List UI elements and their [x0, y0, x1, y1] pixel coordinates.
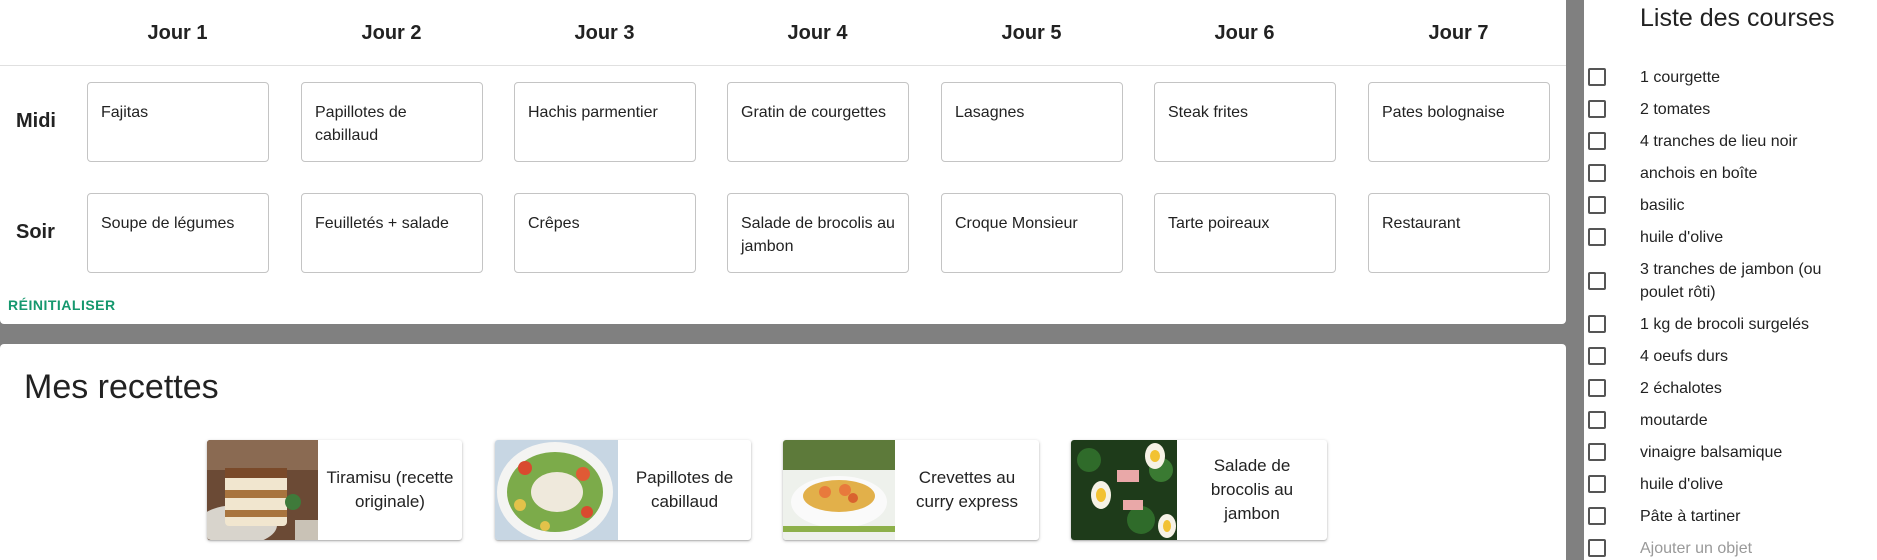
- recipe-name: Papillotes de cabillaud: [635, 468, 734, 511]
- item-checkbox[interactable]: [1588, 443, 1606, 461]
- item-checkbox[interactable]: [1588, 315, 1606, 333]
- meal-cell-soir-3[interactable]: Crêpes: [514, 193, 696, 273]
- item-label: vinaigre balsamique: [1640, 444, 1783, 461]
- item-label: huile d'olive: [1640, 476, 1724, 493]
- recipe-name: Crevettes au curry express: [915, 468, 1019, 511]
- tiramisu-photo: [207, 440, 318, 540]
- recipe-card-papillotes[interactable]: Papillotes de cabillaud: [495, 440, 751, 540]
- item-checkbox[interactable]: [1588, 68, 1606, 86]
- item-checkbox[interactable]: [1588, 100, 1606, 118]
- item-label: 2 échalotes: [1640, 380, 1722, 397]
- meal-cell-soir-7[interactable]: Restaurant: [1368, 193, 1550, 273]
- meal-cell-midi-1[interactable]: Fajitas: [87, 82, 269, 162]
- meal-cell-midi-6[interactable]: Steak frites: [1154, 82, 1336, 162]
- meal-cell-soir-6[interactable]: Tarte poireaux: [1154, 193, 1336, 273]
- cod-salad-photo: [495, 440, 618, 540]
- item-checkbox[interactable]: [1588, 196, 1606, 214]
- day-header-3: Jour 3: [574, 22, 635, 44]
- meal-cell-midi-7[interactable]: Pates bolognaise: [1368, 82, 1550, 162]
- item-checkbox[interactable]: [1588, 379, 1606, 397]
- item-label: 1 courgette: [1640, 69, 1721, 86]
- recipe-name: Tiramisu (recette originale): [326, 468, 454, 511]
- day-header-row: Jour 1 Jour 2 Jour 3 Jour 4 Jour 5 Jour …: [0, 0, 1566, 66]
- day-header-6: Jour 6: [1214, 22, 1275, 44]
- item-checkbox[interactable]: [1588, 347, 1606, 365]
- day-header-7: Jour 7: [1428, 22, 1489, 44]
- meal-label-midi: Midi: [16, 110, 56, 132]
- item-label: moutarde: [1640, 412, 1708, 429]
- recipe-name: Salade de brocolis au jambon: [1210, 456, 1294, 523]
- day-header-1: Jour 1: [147, 22, 208, 44]
- item-checkbox[interactable]: [1588, 475, 1606, 493]
- day-header-4: Jour 4: [787, 22, 848, 44]
- meal-cell-soir-1[interactable]: Soupe de légumes: [87, 193, 269, 273]
- recipes-title: Mes recettes: [24, 368, 219, 406]
- item-label: anchois en boîte: [1640, 165, 1758, 182]
- add-item-checkbox[interactable]: [1588, 539, 1606, 557]
- meal-cell-midi-3[interactable]: Hachis parmentier: [514, 82, 696, 162]
- item-checkbox[interactable]: [1588, 411, 1606, 429]
- meal-cell-midi-2[interactable]: Papillotes de cabillaud: [301, 82, 483, 162]
- item-checkbox[interactable]: [1588, 228, 1606, 246]
- recipe-card-crevettes[interactable]: Crevettes au curry express: [783, 440, 1039, 540]
- broccoli-salad-photo: [1071, 440, 1177, 540]
- recipes-section: Mes recettes Tiramisu (recette originale…: [0, 344, 1566, 560]
- meal-cell-midi-4[interactable]: Gratin de courgettes: [727, 82, 909, 162]
- day-header-5: Jour 5: [1001, 22, 1062, 44]
- item-checkbox[interactable]: [1588, 164, 1606, 182]
- item-checkbox[interactable]: [1588, 507, 1606, 525]
- meal-cell-soir-4[interactable]: Salade de brocolis au jambon: [727, 193, 909, 273]
- item-checkbox[interactable]: [1588, 132, 1606, 150]
- meal-cell-soir-5[interactable]: Croque Monsieur: [941, 193, 1123, 273]
- shopping-list: Liste des courses 1 courgette 2 tomates …: [1584, 0, 1877, 560]
- item-label: basilic: [1640, 197, 1685, 214]
- item-label: Pâte à tartiner: [1640, 508, 1741, 525]
- meal-label-soir: Soir: [16, 221, 55, 243]
- day-header-2: Jour 2: [361, 22, 422, 44]
- shopping-list-title: Liste des courses: [1640, 4, 1835, 32]
- meal-planner: Jour 1 Jour 2 Jour 3 Jour 4 Jour 5 Jour …: [0, 0, 1566, 324]
- item-checkbox[interactable]: [1588, 272, 1606, 290]
- add-item-input[interactable]: Ajouter un objet: [1640, 537, 1850, 560]
- item-label: 4 oeufs durs: [1640, 348, 1729, 365]
- meal-cell-midi-5[interactable]: Lasagnes: [941, 82, 1123, 162]
- meal-cell-soir-2[interactable]: Feuilletés + salade: [301, 193, 483, 273]
- item-label: huile d'olive: [1640, 229, 1724, 246]
- item-label: 2 tomates: [1640, 101, 1711, 118]
- shrimp-curry-photo: [783, 440, 895, 540]
- reset-button[interactable]: RÉINITIALISER: [8, 297, 116, 313]
- recipe-card-tiramisu[interactable]: Tiramisu (recette originale): [207, 440, 462, 540]
- item-label: 4 tranches de lieu noir: [1640, 133, 1798, 150]
- recipe-card-salade-brocolis[interactable]: Salade de brocolis au jambon: [1071, 440, 1327, 540]
- item-label: 3 tranches de jambon (ou poulet rôti): [1640, 261, 1822, 301]
- item-label: 1 kg de brocoli surgelés: [1640, 316, 1809, 333]
